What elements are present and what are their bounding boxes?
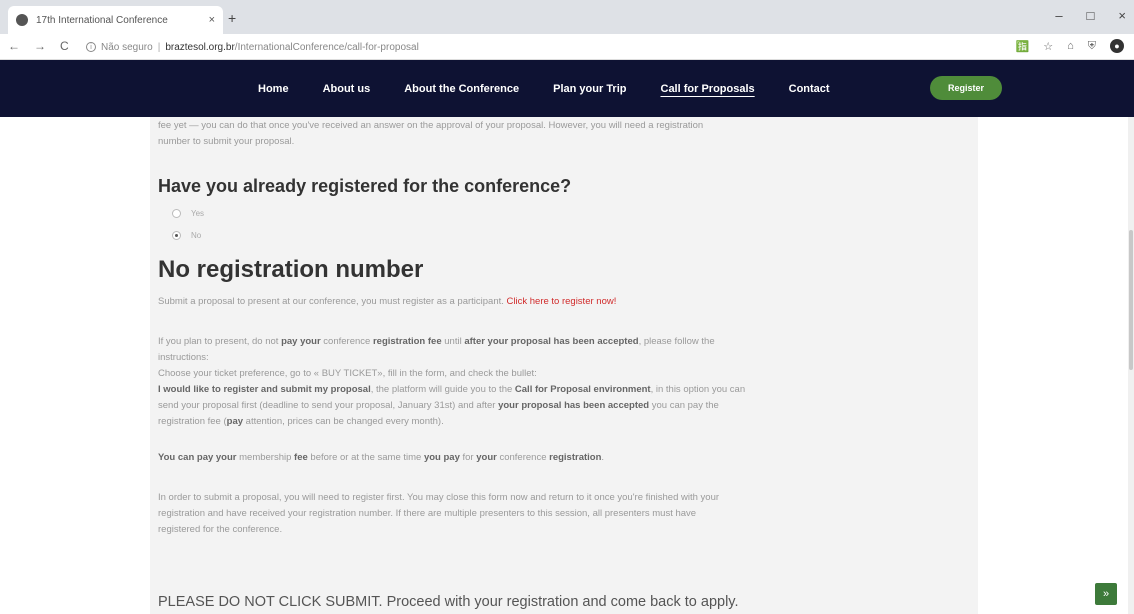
- address-path: /InternationalConference/call-for-propos…: [234, 41, 419, 53]
- paragraph-1-line-2: instructions:: [158, 352, 209, 363]
- p4-bold-e: you pay: [423, 452, 460, 463]
- p4-text-f: for: [459, 452, 477, 463]
- back-to-top-button[interactable]: »: [1095, 583, 1117, 605]
- radio-no[interactable]: [172, 231, 181, 240]
- p3-line3-text-a: registration fee (: [158, 416, 227, 427]
- p3-line2-text-c: you can pay the: [649, 400, 719, 411]
- nav-home[interactable]: Home: [258, 83, 289, 95]
- shield-icon[interactable]: ⛨: [1088, 40, 1096, 53]
- p1-bold-b: pay your: [281, 336, 321, 347]
- bookmark-star-icon[interactable]: ☆: [1043, 40, 1053, 53]
- p1-text-e: until: [441, 336, 465, 347]
- back-button[interactable]: ←: [8, 39, 20, 53]
- nav-contact[interactable]: Contact: [789, 83, 830, 95]
- radio-option-no[interactable]: No: [172, 231, 201, 240]
- p4-bold-c: fee: [294, 452, 308, 463]
- browser-toolbar: ← → C i Não seguro | braztesol.org.br /I…: [0, 34, 1134, 60]
- address-separator: |: [157, 41, 161, 53]
- p1-text-g: , please follow the: [638, 336, 715, 347]
- intro-text-line-2: number to submit your proposal.: [158, 136, 295, 147]
- p4-bold-i: registration: [549, 452, 602, 463]
- nav-call-for-proposals[interactable]: Call for Proposals: [661, 83, 755, 95]
- security-label: Não seguro: [101, 41, 153, 53]
- site-navigation: Home About us About the Conference Plan …: [0, 60, 1134, 117]
- p4-bold-a: You can pay your: [158, 452, 237, 463]
- maximize-button[interactable]: □: [1087, 8, 1095, 23]
- p4-text-h: conference: [496, 452, 550, 463]
- reload-button[interactable]: C: [60, 39, 69, 53]
- paragraph-1-line-1: If you plan to present, do not pay your …: [158, 334, 715, 350]
- tab-title: 17th International Conference: [36, 14, 168, 26]
- intro-text-line-1: fee yet — you can do that once you've re…: [158, 120, 704, 131]
- paragraph-5-line-2: registration and have received your regi…: [158, 508, 697, 519]
- p3-line3-text-c: attention, prices can be changed every m…: [243, 416, 444, 427]
- paragraph-3-line-3: registration fee (pay attention, prices …: [158, 414, 444, 430]
- nav-plan-trip[interactable]: Plan your Trip: [553, 83, 626, 95]
- paragraph-2: Choose your ticket preference, go to « B…: [158, 368, 537, 379]
- paragraph-4: You can pay your membership fee before o…: [158, 450, 604, 466]
- extension-icons: 🈯 ☆ ⌂ ⛨ ●: [1016, 39, 1124, 53]
- p1-bold-d: registration fee: [372, 336, 442, 347]
- question-heading: Have you already registered for the conf…: [158, 176, 572, 196]
- translate-icon[interactable]: 🈯: [1016, 40, 1030, 53]
- p4-text-d: before or at the same time: [307, 452, 424, 463]
- p3-text-d: , in this option you can: [650, 384, 746, 395]
- radio-no-label: No: [191, 231, 202, 240]
- nav-about-conference[interactable]: About the Conference: [404, 83, 519, 95]
- p1-bold-f: after your proposal has been accepted: [464, 336, 639, 347]
- p3-bold-a: I would like to register and submit my p…: [158, 384, 371, 395]
- radio-yes-label: Yes: [191, 209, 205, 218]
- nav-about-us[interactable]: About us: [323, 83, 371, 95]
- page-scrollbar-thumb[interactable]: [1129, 230, 1133, 370]
- nav-menu: Home About us About the Conference Plan …: [258, 60, 864, 117]
- p3-bold-c: Call for Proposal environment: [514, 384, 651, 395]
- submit-text: Submit a proposal to present at our conf…: [158, 296, 504, 307]
- radio-yes[interactable]: [172, 209, 181, 218]
- new-tab-button[interactable]: +: [228, 10, 236, 26]
- minimize-button[interactable]: –: [1055, 8, 1062, 23]
- radio-option-yes[interactable]: Yes: [172, 209, 204, 218]
- info-icon[interactable]: i: [86, 42, 96, 52]
- paragraph-3-line-1: I would like to register and submit my p…: [158, 382, 745, 398]
- p1-text-a: If you plan to present, do not: [158, 336, 282, 347]
- tab-close-icon[interactable]: ×: [209, 14, 215, 26]
- browser-tab-bar: 17th International Conference × + – □ ×: [0, 0, 1134, 34]
- p3-text-b: , the platform will guide you to the: [370, 384, 515, 395]
- forward-button[interactable]: →: [34, 39, 46, 53]
- close-window-button[interactable]: ×: [1118, 8, 1126, 23]
- p4-text-j: .: [601, 452, 605, 463]
- register-button[interactable]: Register: [930, 76, 1002, 100]
- paragraph-3-line-2: send your proposal first (deadline to se…: [158, 398, 719, 414]
- p4-bold-g: your: [476, 452, 497, 463]
- extension-icon[interactable]: ⌂: [1067, 40, 1074, 52]
- p3-line3-bold-b: pay: [226, 416, 244, 427]
- register-now-link[interactable]: Click here to register now!: [507, 296, 617, 307]
- paragraph-5-line-3: registered for the conference.: [158, 524, 283, 535]
- address-bar[interactable]: i Não seguro | braztesol.org.br /Interna…: [86, 37, 936, 57]
- browser-tab[interactable]: 17th International Conference ×: [8, 6, 223, 34]
- browser-nav-buttons: ← → C: [8, 39, 69, 53]
- paragraph-5-line-1: In order to submit a proposal, you will …: [158, 492, 720, 503]
- p4-text-b: membership: [236, 452, 295, 463]
- p1-text-c: conference: [320, 336, 373, 347]
- profile-avatar-icon[interactable]: ●: [1110, 39, 1124, 53]
- site-favicon-icon: [16, 14, 28, 26]
- address-host: braztesol.org.br: [165, 41, 235, 53]
- submit-instruction: Submit a proposal to present at our conf…: [158, 294, 616, 310]
- section-heading: No registration number: [158, 256, 424, 283]
- window-controls: – □ ×: [1055, 8, 1126, 23]
- p3-line2-bold-b: your proposal has been accepted: [498, 400, 650, 411]
- submit-notice: PLEASE DO NOT CLICK SUBMIT. Proceed with…: [158, 594, 739, 610]
- p3-line2-text-a: send your proposal first (deadline to se…: [158, 400, 499, 411]
